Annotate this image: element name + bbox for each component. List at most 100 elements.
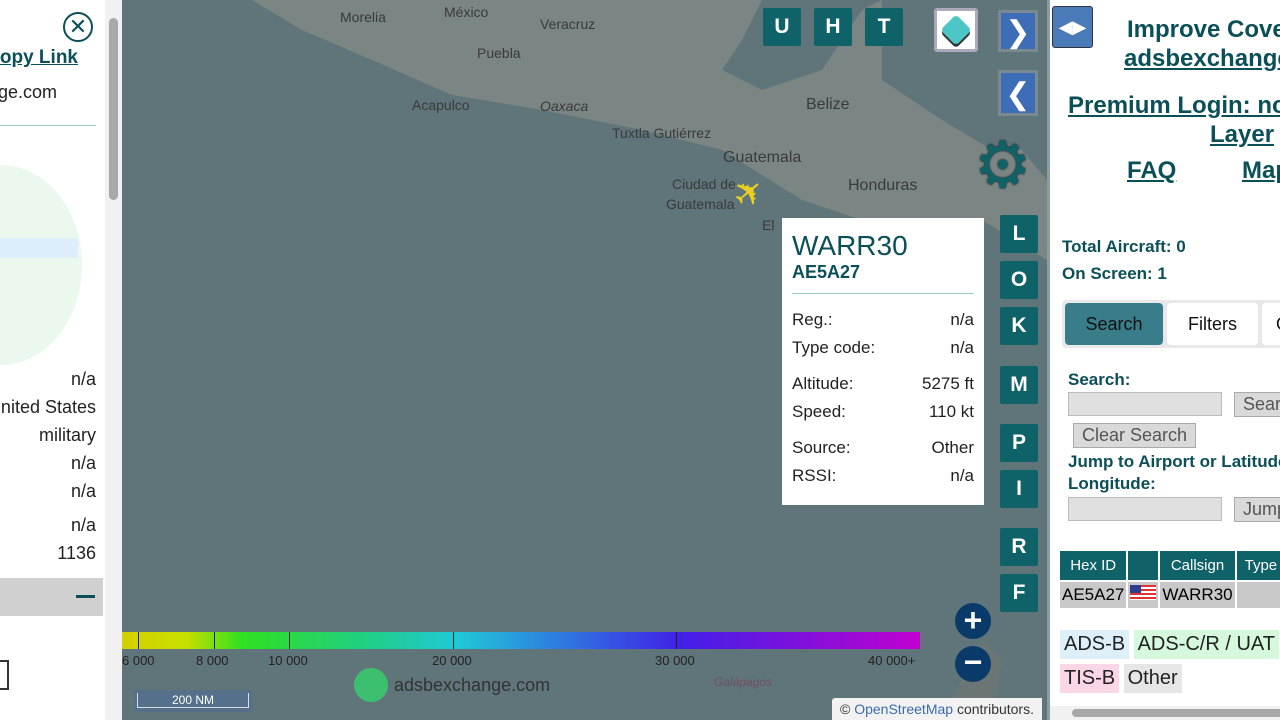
tab-search[interactable]: Search: [1065, 303, 1163, 345]
map-button-o[interactable]: O: [1000, 261, 1038, 299]
settings-gear-icon[interactable]: ⚙: [974, 130, 1031, 200]
jump-button[interactable]: Jump: [1234, 497, 1280, 522]
column-flag[interactable]: [1126, 549, 1161, 582]
aircraft-table: Hex ID Callsign Type AE5A27 WARR30: [1057, 549, 1280, 610]
us-flag-icon: [1130, 585, 1157, 600]
map-button-p[interactable]: P: [1000, 424, 1038, 462]
map-button-u[interactable]: U: [763, 8, 801, 46]
detail-value: United States: [0, 397, 96, 417]
detail-value: 1136: [57, 543, 96, 563]
collapse-left-button[interactable]: ❮: [998, 70, 1038, 116]
layers-button[interactable]: [934, 8, 978, 52]
faq-link[interactable]: FAQ: [1127, 157, 1176, 185]
map-button-h[interactable]: H: [814, 8, 852, 46]
minus-icon: [76, 595, 95, 598]
checkbox[interactable]: [0, 660, 9, 690]
layers-icon: [940, 14, 972, 46]
divider: [0, 125, 96, 126]
total-aircraft: Total Aircraft: 0: [1062, 237, 1186, 256]
detail-value: n/a: [70, 453, 96, 473]
photo-placeholder: [0, 165, 82, 365]
expand-right-button[interactable]: ❯: [998, 10, 1038, 52]
popup-callsign: WARR30: [792, 230, 908, 261]
toggle-sidebar-button[interactable]: ◀▶: [1052, 6, 1093, 48]
legend-tis-b: TIS-B: [1060, 664, 1120, 693]
zoom-in-button[interactable]: +: [955, 603, 991, 639]
map-label: Acapulco: [412, 97, 470, 113]
legend-ads-b: ADS-B: [1060, 630, 1130, 659]
improve-coverage-text: Improve Coverage: [1127, 16, 1280, 43]
collapse-section-bar[interactable]: [0, 578, 103, 616]
map-link[interactable]: Map: [1242, 157, 1280, 185]
map-label: Guatemala: [666, 196, 735, 212]
left-scrollbar[interactable]: [105, 0, 122, 720]
detail-value: n/a: [70, 515, 96, 535]
sidebar: ◀▶ Improve Coverage adsbexchange.com Pre…: [1047, 0, 1280, 720]
altitude-tick: 20 000: [432, 653, 472, 668]
detail-value: n/a: [70, 369, 96, 389]
table-row[interactable]: AE5A27 WARR30: [1057, 580, 1280, 610]
column-type[interactable]: Type: [1234, 549, 1280, 582]
altitude-tick: 40 000+: [868, 653, 916, 668]
highlight-bar: [0, 238, 78, 258]
popup-row: Reg.: n/a: [792, 310, 974, 329]
popup-row: RSSI: n/a: [792, 466, 974, 485]
map-label: Guatemala: [723, 149, 802, 166]
map-button-t[interactable]: T: [865, 8, 903, 46]
map-label: Honduras: [848, 177, 918, 194]
map-button-r[interactable]: R: [1000, 528, 1038, 566]
openstreetmap-link[interactable]: OpenStreetMap: [854, 701, 953, 717]
altitude-tick: 6 000: [122, 653, 155, 668]
column-hex-id[interactable]: Hex ID: [1057, 549, 1129, 582]
column-callsign[interactable]: Callsign: [1158, 549, 1237, 582]
premium-login-link[interactable]: Premium Login: no ads: [1068, 92, 1280, 120]
map-button-l[interactable]: L: [1000, 215, 1038, 253]
altitude-tick: 30 000: [655, 653, 695, 668]
search-label: Search:: [1068, 370, 1131, 389]
clear-search-button[interactable]: Clear Search: [1073, 423, 1197, 448]
close-button[interactable]: ✕: [63, 12, 93, 42]
detail-value: n/a: [70, 481, 96, 501]
adsbexchange-link[interactable]: adsbexchange.com: [1124, 45, 1280, 73]
popup-row: Type code: n/a: [792, 338, 974, 357]
jump-label: Jump to Airport or Latitude, Longitude:: [1068, 452, 1280, 493]
map-button-k[interactable]: K: [1000, 307, 1038, 345]
popup-row: Altitude: 5275 ft: [792, 374, 974, 393]
map-label: Morelia: [340, 9, 386, 25]
on-screen-count: On Screen: 1: [1062, 264, 1167, 283]
tab-filters[interactable]: Filters: [1167, 303, 1258, 345]
logo-icon: [354, 668, 388, 702]
attribution: © OpenStreetMap contributors.: [832, 698, 1042, 720]
altitude-color-bar: [122, 632, 920, 649]
map-button-f[interactable]: F: [1000, 574, 1038, 612]
legend-other: Other: [1123, 664, 1182, 693]
map-label: Oaxaca: [540, 98, 589, 114]
zoom-out-button[interactable]: −: [955, 646, 991, 682]
map-button-i[interactable]: I: [1000, 470, 1038, 508]
detail-value: military: [39, 425, 96, 445]
legend-ads-c-r-uat: ADS-C/R / UAT: [1133, 630, 1279, 659]
map-button-m[interactable]: M: [1000, 366, 1038, 404]
popup-hex: AE5A27: [792, 262, 861, 282]
scale-bar: 200 NM: [134, 690, 252, 712]
popup-row: Source: Other: [792, 438, 974, 457]
map-label: Puebla: [477, 45, 521, 61]
tab-other[interactable]: Other: [1262, 303, 1280, 345]
map-label: Tuxtla Gutiérrez: [612, 125, 712, 141]
popup-row: Speed: 110 kt: [792, 402, 974, 421]
adsbexchange-logo: adsbexchange.com: [354, 668, 550, 702]
map-label: Galápagos: [714, 675, 773, 689]
copy-link[interactable]: Copy Link: [0, 47, 78, 69]
search-button[interactable]: Search: [1234, 392, 1280, 417]
map-label: El: [762, 217, 775, 233]
map-label: México: [444, 4, 489, 20]
search-input[interactable]: [1068, 392, 1222, 416]
map-label: Veracruz: [540, 16, 596, 32]
domain-text: ge.com: [0, 82, 57, 102]
map-label: Belize: [806, 96, 850, 113]
jump-input[interactable]: [1068, 497, 1222, 521]
altitude-tick: 10 000: [268, 653, 308, 668]
horizontal-scrollbar[interactable]: [1050, 706, 1280, 720]
aircraft-popup: WARR30 AE5A27 Reg.: n/a Type code: n/a Alt…: [782, 218, 984, 505]
layer-link[interactable]: Layer: [1210, 121, 1274, 149]
